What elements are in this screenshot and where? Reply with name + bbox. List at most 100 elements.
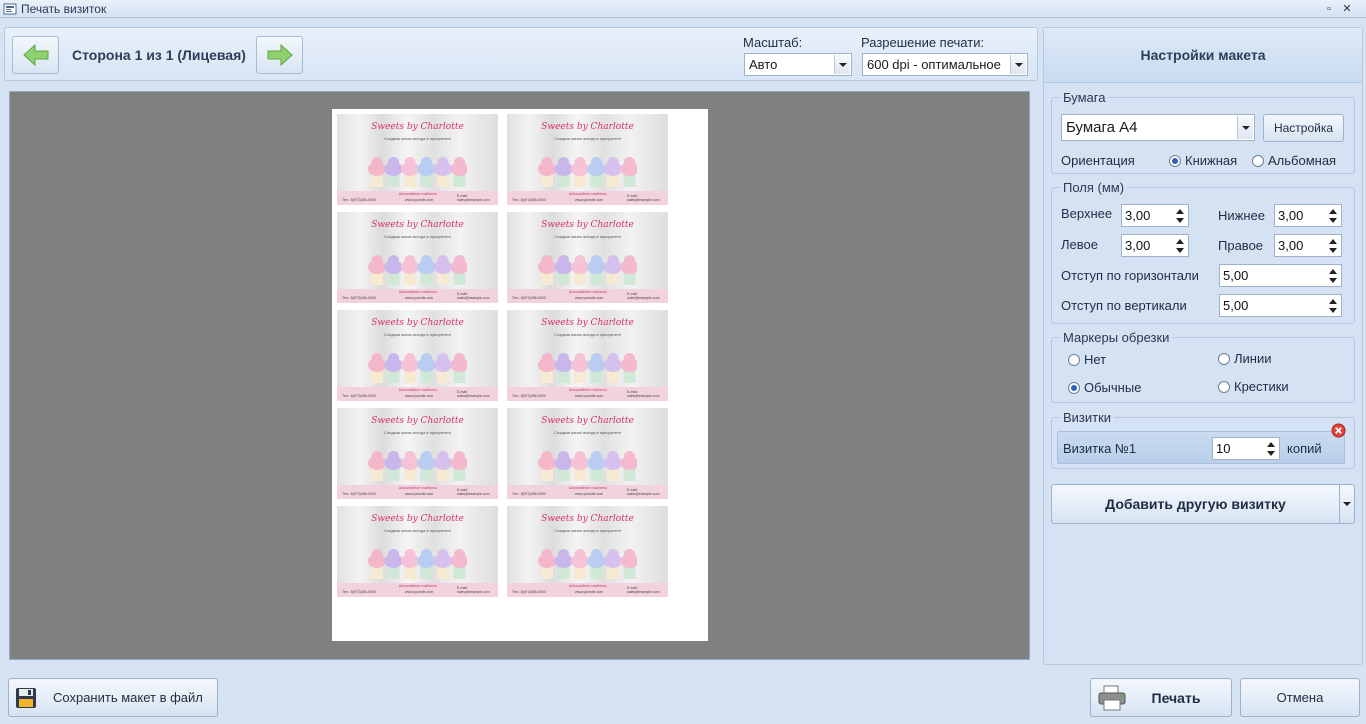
business-card-thumbnail: Sweets by Charlotte Сладкая жизнь всегда … [337,506,498,597]
copies-input[interactable]: 10 [1212,437,1280,460]
save-layout-button[interactable]: Сохранить макет в файл [8,678,218,717]
radio-checked-icon [1068,381,1080,394]
copies-label: копий [1287,441,1322,456]
spinner-arrows-icon[interactable] [1266,440,1276,457]
crop-crosses-radio[interactable]: Крестики [1218,379,1289,394]
crop-crosses-label: Крестики [1234,379,1289,394]
paper-group-title: Бумага [1060,90,1109,105]
resolution-select[interactable]: 600 dpi - оптимальное [862,53,1028,76]
arrow-right-icon [267,43,293,67]
card-title: Sweets by Charlotte [541,416,634,426]
margin-left-value: 3,00 [1125,238,1151,253]
card-site: www.yoursite.com [575,590,604,594]
paper-sheet: Sweets by Charlotte Сладкая жизнь всегда … [332,109,708,641]
scale-label: Масштаб: [743,35,803,50]
card-site: www.yoursite.com [405,296,434,300]
paper-group: Бумага Бумага A4 Настройка Ориентация Кн… [1051,90,1355,174]
card-site: www.yoursite.com [405,590,434,594]
next-side-button[interactable] [256,36,303,74]
card-title: Sweets by Charlotte [371,514,464,524]
card-item-row[interactable]: Визитка №1 10 копий [1057,431,1345,464]
paper-select[interactable]: Бумага A4 [1061,114,1255,141]
card-item-label: Визитка №1 [1063,441,1137,456]
cupcakes-image [368,353,467,383]
crop-normal-radio[interactable]: Обычные [1068,380,1141,395]
orientation-portrait-radio[interactable]: Книжная [1169,153,1237,168]
cupcakes-image [368,255,467,285]
cancel-button[interactable]: Отмена [1240,678,1360,717]
cupcakes-image [368,451,467,481]
hspace-input[interactable]: 5,00 [1219,264,1342,287]
spinner-arrows-icon[interactable] [1175,207,1185,224]
card-site: www.yoursite.com [405,492,434,496]
margin-bottom-input[interactable]: 3,00 [1274,204,1342,227]
cupcakes-image [538,157,637,187]
spinner-arrows-icon[interactable] [1328,207,1338,224]
card-site: www.yoursite.com [575,198,604,202]
restore-icon[interactable]: ▫ [1322,2,1336,16]
card-email: E-mail: sales@example.com [627,586,660,594]
card-email: E-mail: sales@example.com [627,292,660,300]
side-indicator: Сторона 1 из 1 (Лицевая) [72,47,246,63]
margin-left-input[interactable]: 3,00 [1121,234,1189,257]
radio-checked-icon [1169,154,1181,167]
card-phone: Тел.: 8(973)456-0000 [512,492,546,496]
margin-right-value: 3,00 [1278,238,1304,253]
card-subtitle: Сладкая жизнь всегда в приоритете [384,528,451,533]
card-subtitle: Сладкая жизнь всегда в приоритете [384,332,451,337]
card-title: Sweets by Charlotte [371,416,464,426]
resolution-value: 600 dpi - оптимальное [867,57,1001,72]
paper-settings-button[interactable]: Настройка [1263,114,1344,142]
card-title: Sweets by Charlotte [541,122,634,132]
print-preview: Sweets by Charlotte Сладкая жизнь всегда … [9,91,1030,660]
card-email: E-mail: sales@example.com [627,390,660,398]
print-label: Печать [1151,689,1201,706]
arrow-left-icon [22,43,48,67]
crop-lines-radio[interactable]: Линии [1218,351,1272,366]
crop-marks-group: Маркеры обрезки Нет Линии Обычные Крести… [1051,330,1355,403]
chevron-down-icon[interactable] [834,55,850,74]
business-card-thumbnail: Sweets by Charlotte Сладкая жизнь всегда … [507,114,668,205]
card-subtitle: Сладкая жизнь всегда в приоритете [554,136,621,141]
preview-toolbar: Сторона 1 из 1 (Лицевая) Масштаб: Авто Р… [4,27,1038,81]
margin-top-label: Верхнее [1061,206,1113,221]
cupcakes-image [368,549,467,579]
card-subtitle: Сладкая жизнь всегда в приоритете [554,332,621,337]
add-card-dropdown[interactable] [1339,484,1355,524]
margin-bottom-label: Нижнее [1218,208,1265,223]
chevron-down-icon[interactable] [1237,116,1253,139]
business-card-thumbnail: Sweets by Charlotte Сладкая жизнь всегда … [507,212,668,303]
margin-right-input[interactable]: 3,00 [1274,234,1342,257]
card-site: www.yoursite.com [575,296,604,300]
card-site: www.yoursite.com [575,394,604,398]
card-title: Sweets by Charlotte [371,318,464,328]
vspace-value: 5,00 [1223,298,1249,313]
vspace-input[interactable]: 5,00 [1219,294,1342,317]
spinner-arrows-icon[interactable] [1175,237,1185,254]
crop-none-label: Нет [1084,352,1107,367]
chevron-down-icon[interactable] [1010,55,1026,74]
close-icon[interactable]: ✕ [1340,2,1354,16]
add-card-button[interactable]: Добавить другую визитку [1051,484,1340,524]
print-button[interactable]: Печать [1090,678,1232,717]
remove-card-icon[interactable] [1331,423,1346,438]
crop-marks-group-title: Маркеры обрезки [1060,330,1173,345]
card-subtitle: Сладкая жизнь всегда в приоритете [554,234,621,239]
radio-unchecked-icon [1218,380,1230,393]
spinner-arrows-icon[interactable] [1328,297,1338,314]
cupcakes-image [368,157,467,187]
card-phone: Тел.: 8(973)456-0000 [342,492,376,496]
spinner-arrows-icon[interactable] [1328,237,1338,254]
crop-none-radio[interactable]: Нет [1068,352,1106,367]
margin-top-input[interactable]: 3,00 [1121,204,1189,227]
card-phone: Тел.: 8(973)456-0000 [342,590,376,594]
spinner-arrows-icon[interactable] [1328,267,1338,284]
scale-select[interactable]: Авто [744,53,852,76]
prev-side-button[interactable] [12,36,59,74]
margin-top-value: 3,00 [1125,208,1151,223]
orientation-landscape-radio[interactable]: Альбомная [1252,153,1336,168]
card-subtitle: Сладкая жизнь всегда в приоритете [384,430,451,435]
cupcakes-image [538,451,637,481]
business-card-thumbnail: Sweets by Charlotte Сладкая жизнь всегда … [337,212,498,303]
margin-left-label: Левое [1061,237,1098,252]
